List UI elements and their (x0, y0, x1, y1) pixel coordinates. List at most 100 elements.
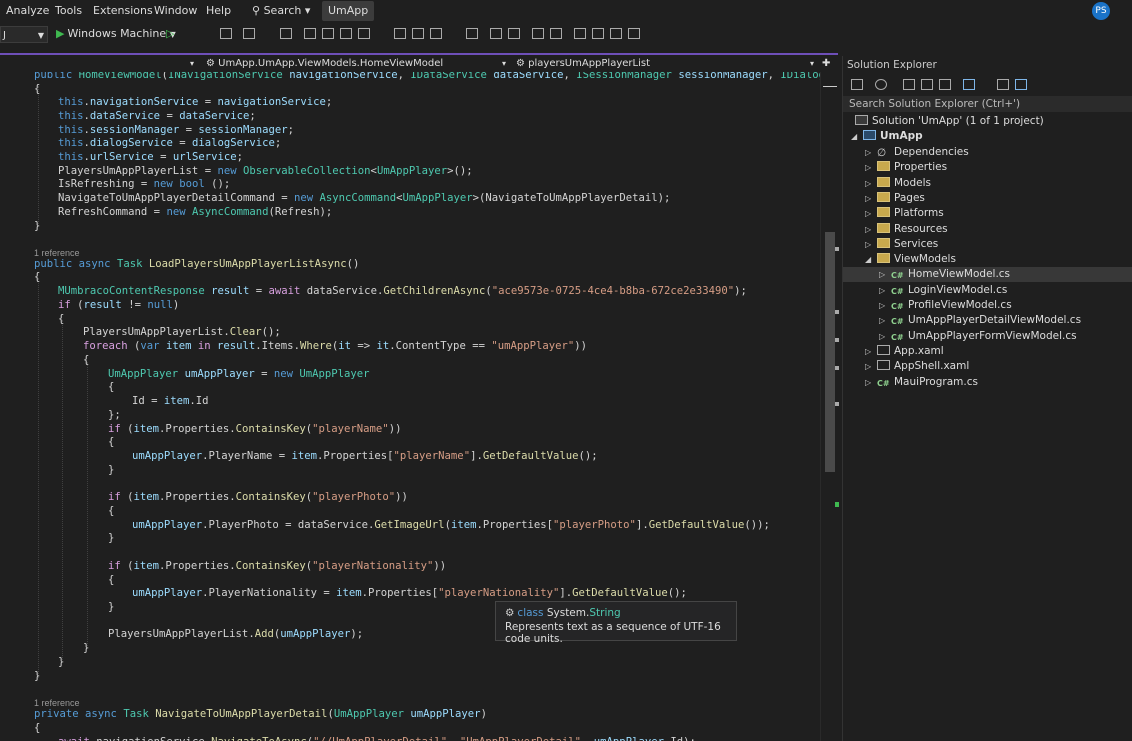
code-line: if (item.Properties.ContainsKey("playerN… (108, 560, 447, 572)
chevron-right-icon[interactable]: ▷ (879, 298, 891, 313)
toolbar-icon[interactable] (243, 28, 255, 39)
tree-item-properties[interactable]: ▷ Properties (865, 160, 947, 175)
history-icon[interactable] (875, 79, 887, 90)
toolbar-icon[interactable] (220, 28, 232, 39)
tree-item-homeviewmodel[interactable]: ▷ C# HomeViewModel.cs (843, 267, 1132, 282)
csharp-file-icon: C# (891, 333, 904, 342)
chevron-down-icon[interactable]: ◢ (851, 129, 863, 144)
toolbar-icon[interactable] (532, 28, 544, 39)
chevron-right-icon[interactable]: ▷ (879, 283, 891, 298)
chevron-right-icon[interactable]: ▷ (865, 375, 877, 390)
tree-item-loginviewmodel[interactable]: ▷ C# LoginViewModel.cs (879, 283, 1007, 298)
bookmark-icon[interactable] (574, 28, 586, 39)
tree-item-dependencies[interactable]: ▷ ∅ Dependencies (865, 145, 969, 160)
chevron-right-icon[interactable]: ▷ (865, 344, 877, 359)
tree-item-profileviewmodel[interactable]: ▷ C# ProfileViewModel.cs (879, 298, 1012, 313)
toolbar-icon[interactable] (322, 28, 334, 39)
chevron-right-icon[interactable]: ▷ (865, 222, 877, 237)
split-editor-icon[interactable]: ✚ (822, 57, 830, 71)
toolbar-icon[interactable] (490, 28, 502, 39)
menu-help[interactable]: Help (206, 4, 231, 17)
tree-item-resources[interactable]: ▷ Resources (865, 222, 948, 237)
dependencies-icon: ∅ (877, 147, 887, 159)
project-icon (863, 130, 876, 140)
scrollbar-marker (835, 310, 839, 314)
chevron-down-icon[interactable]: ▾ (502, 57, 506, 71)
chevron-down-icon[interactable]: ◢ (865, 252, 877, 267)
bookmark-icon[interactable] (592, 28, 604, 39)
toolbar-icon[interactable] (466, 28, 478, 39)
tree-item-playerformviewmodel[interactable]: ▷ C# UmAppPlayerFormViewModel.cs (879, 329, 1077, 344)
chevron-down-icon[interactable]: ▾ (190, 57, 194, 71)
solution-explorer-search[interactable]: Search Solution Explorer (Ctrl+') (843, 96, 1132, 112)
chevron-right-icon[interactable]: ▷ (865, 176, 877, 191)
tree-item-platforms[interactable]: ▷ Platforms (865, 206, 944, 221)
toolbar-icon[interactable] (550, 28, 562, 39)
bookmark-icon[interactable] (628, 28, 640, 39)
chevron-down-icon[interactable]: ▾ (810, 57, 814, 71)
tree-item-services[interactable]: ▷ Services (865, 237, 938, 252)
chevron-right-icon[interactable]: ▷ (879, 267, 891, 282)
code-line: } (108, 464, 115, 476)
properties-wrench-icon[interactable] (997, 79, 1009, 90)
show-all-files-icon[interactable] (939, 79, 951, 90)
tree-project[interactable]: ◢ UmApp (851, 129, 923, 144)
chevron-right-icon[interactable]: ▷ (879, 313, 891, 328)
switch-views-icon[interactable] (851, 79, 863, 90)
tooltip-signature: ⚙ class System.String (505, 607, 727, 619)
tree-item-app-xaml[interactable]: ▷ App.xaml (865, 344, 944, 359)
collapse-all-icon[interactable] (921, 79, 933, 90)
chevron-right-icon[interactable]: ▷ (865, 191, 877, 206)
chevron-right-icon[interactable]: ▷ (879, 329, 891, 344)
tree-item-mauiprogram[interactable]: ▷ C# MauiProgram.cs (865, 375, 978, 390)
chevron-right-icon[interactable]: ▷ (865, 160, 877, 175)
xaml-file-icon (877, 345, 890, 355)
user-avatar[interactable]: PS (1092, 2, 1110, 20)
tree-solution[interactable]: Solution 'UmApp' (1 of 1 project) (855, 114, 1044, 129)
editor-vertical-scrollbar[interactable] (820, 72, 839, 741)
run-button[interactable]: ▶ Windows Machine ▼ (56, 27, 176, 40)
code-line: this.navigationService = navigationServi… (58, 96, 333, 108)
member-dropdown[interactable]: ⚙ playersUmAppPlayerList (516, 57, 650, 71)
sync-icon[interactable] (903, 79, 915, 90)
bookmark-icon[interactable] (610, 28, 622, 39)
search-menu[interactable]: ⚲ Search ▾ (252, 4, 310, 17)
menu-extensions[interactable]: Extensions (93, 4, 153, 17)
code-line: { (108, 436, 115, 448)
toolbar-icon[interactable] (394, 28, 406, 39)
tree-item-viewmodels[interactable]: ◢ ViewModels (865, 252, 956, 267)
code-line: } (108, 601, 115, 613)
start-without-debugging-icon[interactable]: ▷ (166, 27, 174, 40)
filter-icon[interactable] (963, 79, 975, 90)
type-dropdown[interactable]: ⚙ UmApp.UmApp.ViewModels.HomeViewModel (206, 57, 443, 71)
tree-item-appshell-xaml[interactable]: ▷ AppShell.xaml (865, 359, 969, 374)
toolbar-icon[interactable] (508, 28, 520, 39)
chevron-right-icon[interactable]: ▷ (865, 359, 877, 374)
scrollbar-caret-marker (823, 86, 837, 87)
menu-window[interactable]: Window (154, 4, 197, 17)
code-line: if (item.Properties.ContainsKey("playerP… (108, 491, 408, 503)
toolbar-icon[interactable] (280, 28, 292, 39)
run-target-label: Windows Machine (67, 27, 167, 40)
toolbar-icon[interactable] (340, 28, 352, 39)
tree-item-pages[interactable]: ▷ Pages (865, 191, 925, 206)
scrollbar-thumb[interactable] (825, 232, 835, 472)
menu-analyze[interactable]: Analyze (6, 4, 49, 17)
menu-tools[interactable]: Tools (55, 4, 82, 17)
toolbar-icon[interactable] (430, 28, 442, 39)
toolbar-icon[interactable] (412, 28, 424, 39)
tree-item-label: HomeViewModel.cs (908, 268, 1011, 280)
chevron-right-icon[interactable]: ▷ (865, 145, 877, 160)
scrollbar-marker (835, 247, 839, 251)
tree-item-playerdetailviewmodel[interactable]: ▷ C# UmAppPlayerDetailViewModel.cs (879, 313, 1081, 328)
chevron-right-icon[interactable]: ▷ (865, 206, 877, 221)
indent-guide (62, 320, 63, 660)
configuration-dropdown[interactable]: J ▼ (0, 26, 48, 43)
preview-selected-icon[interactable] (1015, 79, 1027, 90)
toolbar-icon[interactable] (358, 28, 370, 39)
toolbar-icon[interactable] (304, 28, 316, 39)
chevron-right-icon[interactable]: ▷ (865, 237, 877, 252)
tooltip-type-name: String (589, 607, 621, 619)
solution-explorer-title: Solution Explorer (847, 59, 937, 71)
tree-item-models[interactable]: ▷ Models (865, 176, 931, 191)
